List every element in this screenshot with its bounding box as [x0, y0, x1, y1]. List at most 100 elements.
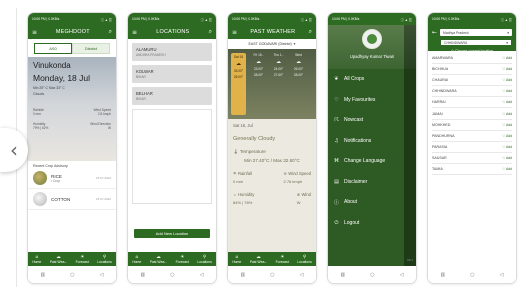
chevron-down-icon: ▾	[506, 40, 508, 45]
nav-past-weather[interactable]: ☁ Past Wea...	[150, 255, 167, 264]
back-icon[interactable]: ◁	[100, 272, 104, 278]
nav-locations[interactable]: ⚲ Locations	[197, 255, 212, 264]
wind-speed-value: 2.8 kmph	[97, 112, 111, 116]
list-item[interactable]: PARASIA ♡ Add	[432, 142, 512, 153]
back-icon[interactable]: ◁	[400, 272, 404, 278]
nav-home[interactable]: ⌂ Home	[232, 255, 241, 264]
system-nav: ▥ ○ ◁	[28, 266, 116, 283]
drawer-item-about[interactable]: ⓘ About	[328, 192, 416, 213]
list-item[interactable]: COTTON 15.07.2022	[28, 189, 116, 210]
rainfall-value: 0 mm	[33, 112, 41, 116]
forecast-day[interactable]: Thu 1.. ☁ 24.00° 27.60°	[271, 53, 286, 115]
search-icon[interactable]: ⌕	[209, 28, 212, 36]
system-nav: ▥ ○ ◁	[128, 266, 216, 283]
list-item[interactable]: CHAURAI ♡ Add	[432, 75, 512, 87]
drawer-item-nowcast[interactable]: ☈ Nowcast	[328, 110, 416, 131]
app-bar: ≡ LOCATIONS ⌕	[128, 25, 216, 39]
home-button-icon[interactable]: ○	[170, 272, 174, 278]
recents-icon[interactable]: ▥	[441, 272, 446, 278]
system-nav: ▥ ○ ◁	[428, 266, 516, 283]
nav-locations[interactable]: ⚲ Locations	[97, 255, 112, 264]
back-arrow-icon[interactable]: ←	[432, 29, 437, 36]
add-button[interactable]: ♡ Add	[502, 56, 512, 60]
add-button[interactable]: ♡ Add	[502, 112, 512, 116]
home-button-icon[interactable]: ○	[70, 272, 74, 278]
location-target-icon: ⊙	[451, 49, 455, 53]
home-button-icon[interactable]: ○	[470, 272, 474, 278]
page-title: LOCATIONS	[156, 29, 190, 35]
drawer-menu: ❦ All Crops ♡ My Favourites ☈ Nowcast ♫ Noti…	[328, 69, 416, 233]
add-button[interactable]: ♡ Add	[502, 67, 512, 71]
recents-icon[interactable]: ▥	[41, 272, 46, 278]
recent-advisory-label: Recent Crop Advisory	[33, 164, 68, 168]
drawer-item-disclaimer[interactable]: ▤ Disclaimer	[328, 172, 416, 193]
back-icon[interactable]: ◁	[300, 272, 304, 278]
forecast-day[interactable]: Wed ☁ 26.00° 28.00°	[291, 53, 306, 115]
nav-forecast[interactable]: ☀ Forecast	[76, 255, 89, 264]
app-bar: ≡ MEGHDOOT ⌕	[28, 25, 116, 39]
nav-home[interactable]: ⌂ Home	[32, 255, 41, 264]
location-item[interactable]: BELHAR BIHAR	[132, 87, 212, 105]
list-item[interactable]: SAUSAR ♡ Add	[432, 153, 512, 164]
add-location-button[interactable]: Add New Location	[134, 229, 210, 238]
screenshot-gallery: ‹ 10:06 PM | 0.0KB/s ⓘ ▲ ▥ ≡ MEGHDOOT ⌕ …	[0, 0, 519, 295]
weather-card: Vinukonda Monday, 18 Jul Min 25° C Max 3…	[28, 57, 116, 161]
home-button-icon[interactable]: ○	[370, 272, 374, 278]
drawer-item-favourites[interactable]: ♡ My Favourites	[328, 90, 416, 111]
district-dropdown[interactable]: CHHINDWARA ▾	[440, 39, 512, 46]
nowcast-icon: ☈	[334, 117, 339, 124]
list-item[interactable]: TAMIA ♡ Add	[432, 164, 512, 176]
list-item[interactable]: PANDHURNA ♡ Add	[432, 131, 512, 142]
forecast-day[interactable]: Sat 16 ☁ 33.00° 26.00°	[231, 53, 246, 115]
list-item[interactable]: AMARWARA ♡ Add	[432, 53, 512, 65]
drawer-item-language[interactable]: ⌘ Change Language	[328, 151, 416, 172]
nav-past-weather[interactable]: ☁ Past Wea...	[250, 255, 267, 264]
condition-label: Clouds	[33, 92, 45, 96]
add-button[interactable]: ♡ Add	[502, 89, 512, 93]
drawer-item-all-crops[interactable]: ❦ All Crops	[328, 69, 416, 90]
add-button[interactable]: ♡ Add	[502, 134, 512, 138]
recents-icon[interactable]: ▥	[141, 272, 146, 278]
list-item[interactable]: HARRAI ♡ Add	[432, 97, 512, 109]
state-dropdown[interactable]: Madhya Pradesh ▾	[440, 29, 512, 36]
screenshot-drawer: 10:06 PM | 0.0KB/s ⓘ ▲ ▥ Upadhyay Kumar …	[328, 13, 416, 283]
add-button[interactable]: ♡ Add	[502, 123, 512, 127]
nav-home[interactable]: ⌂ Home	[132, 255, 141, 264]
list-item[interactable]: BICHHUA ♡ Add	[432, 64, 512, 76]
previous-arrow-icon[interactable]: ‹	[0, 128, 28, 172]
empty-area	[132, 109, 212, 204]
tab-district[interactable]: District	[72, 43, 110, 54]
list-item[interactable]: JAMAI ♡ Add	[432, 108, 512, 120]
nav-forecast[interactable]: ☀ Forecast	[176, 255, 189, 264]
min-max-temp: Min 25° C Max 33° C	[33, 86, 65, 90]
add-button[interactable]: ♡ Add	[502, 100, 512, 104]
search-icon[interactable]: ⌕	[109, 28, 112, 36]
list-item[interactable]: MOHKHED ♡ Add	[432, 120, 512, 131]
drawer-scrim[interactable]	[404, 25, 416, 266]
humidity-value: 79% | 62%	[33, 126, 49, 130]
nav-forecast[interactable]: ☀ Forecast	[276, 255, 289, 264]
forecast-day[interactable]: Fri 15.. ☁ 23.00° 28.00°	[251, 53, 266, 115]
nav-past-weather[interactable]: ☁ Past Wea...	[50, 255, 67, 264]
nav-locations[interactable]: ⚲ Locations	[297, 255, 312, 264]
list-item[interactable]: CHHINDWARA ♡ Add	[432, 86, 512, 98]
drawer-item-notifications[interactable]: ♫ Notifications	[328, 131, 416, 152]
bottom-nav: ⌂ Home ☁ Past Wea... ☀ Forecast ⚲ Locations	[228, 252, 316, 266]
home-button-icon[interactable]: ○	[270, 272, 274, 278]
add-button[interactable]: ♡ Add	[502, 167, 512, 171]
back-icon[interactable]: ◁	[500, 272, 504, 278]
add-button[interactable]: ♡ Add	[502, 156, 512, 160]
add-button[interactable]: ♡ Add	[502, 145, 512, 149]
location-item[interactable]: ALAMURU ANDHRA PRADESH	[132, 43, 212, 61]
back-icon[interactable]: ◁	[200, 272, 204, 278]
tab-aso[interactable]: AS0	[34, 43, 72, 54]
search-icon[interactable]: ⌕	[309, 28, 312, 36]
add-button[interactable]: ♡ Add	[502, 78, 512, 82]
recents-icon[interactable]: ▥	[341, 272, 346, 278]
district-selector[interactable]: EAST GODAVARI (District) ▾	[228, 39, 316, 49]
location-item[interactable]: KOLWAR BIHAR	[132, 65, 212, 83]
rain-icon: ☂	[233, 171, 237, 176]
recents-icon[interactable]: ▥	[241, 272, 246, 278]
drawer-item-logout[interactable]: ⏻ Logout	[328, 213, 416, 234]
list-item[interactable]: RICE • Crop 15.07.2022	[28, 168, 116, 189]
